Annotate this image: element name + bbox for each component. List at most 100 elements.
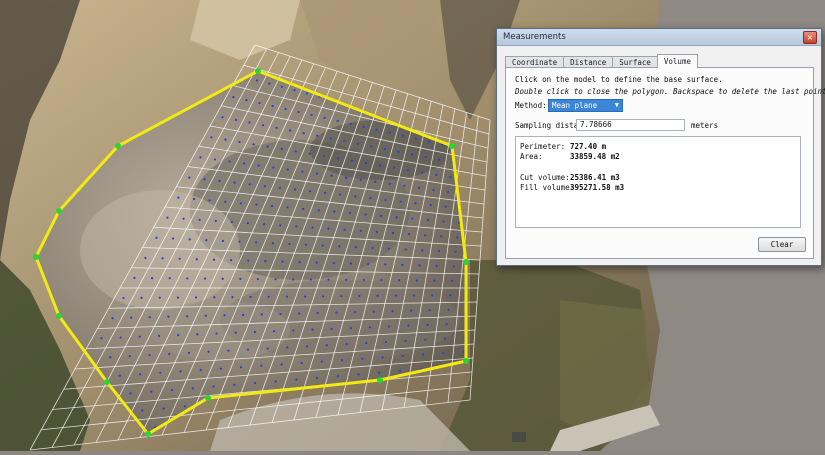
sample-point [358, 294, 361, 298]
sample-point [238, 240, 241, 243]
sample-point [271, 242, 274, 245]
fill-volume-label: Fill volume: [520, 183, 575, 192]
sample-point [270, 204, 274, 208]
area-row: Area: 33859.48 m2 [520, 152, 620, 161]
sample-point [362, 278, 365, 282]
sample-point [224, 200, 227, 203]
sample-point [388, 131, 391, 134]
sample-point [140, 296, 143, 299]
sample-point [426, 323, 429, 327]
sample-point [421, 249, 424, 252]
sample-point [332, 261, 335, 265]
sample-point [454, 250, 457, 253]
sampling-distance-input[interactable]: 7.78666 [576, 119, 685, 131]
sample-point [221, 116, 224, 119]
sample-point [214, 219, 217, 223]
sample-point [119, 336, 122, 339]
sample-point [168, 277, 171, 280]
sample-point [179, 370, 182, 373]
polygon-vertex[interactable] [205, 395, 211, 401]
sample-point [263, 184, 266, 188]
method-row: Method: Mean plane ▼ [515, 99, 623, 112]
sample-point [248, 121, 251, 124]
sample-point [271, 104, 274, 108]
sample-point [421, 353, 425, 356]
close-icon[interactable]: × [803, 31, 817, 44]
sample-point [308, 190, 312, 193]
polygon-vertex[interactable] [449, 143, 455, 149]
polygon-vertex[interactable] [377, 377, 383, 383]
sample-point [249, 295, 252, 299]
polygon-vertex[interactable] [115, 143, 121, 149]
sample-point [421, 171, 424, 174]
sample-point [130, 316, 133, 319]
sample-point [356, 142, 359, 145]
sample-point [215, 332, 218, 335]
sample-point [322, 154, 325, 158]
polygon-vertex[interactable] [56, 313, 62, 319]
sample-point [205, 239, 208, 242]
sample-point [449, 294, 452, 297]
sample-point [295, 225, 298, 228]
sample-point [162, 407, 165, 410]
polygon-vertex[interactable] [104, 379, 110, 385]
sample-point [364, 213, 367, 216]
sample-point [412, 294, 416, 297]
sample-point [388, 325, 391, 328]
cut-volume-label: Cut volume: [520, 173, 570, 182]
sample-point [316, 311, 319, 315]
method-label: Method: [515, 101, 547, 110]
sample-point [325, 344, 328, 347]
sample-point [246, 348, 250, 351]
sample-point [354, 246, 357, 249]
polygon-vertex[interactable] [33, 254, 39, 260]
polygon-vertex[interactable] [255, 68, 261, 74]
polygon-vertex[interactable] [56, 208, 62, 214]
sample-point [252, 143, 255, 146]
sample-point [407, 169, 410, 172]
sample-point [398, 369, 402, 373]
sample-point [316, 376, 319, 379]
sample-point [306, 345, 309, 348]
sample-point [238, 140, 241, 144]
sample-point [203, 277, 207, 280]
fill-volume-row: Fill volume: 395271.58 m3 [520, 183, 624, 192]
sample-point [394, 294, 397, 297]
sample-point [387, 247, 391, 250]
sample-point [364, 161, 368, 165]
sample-point [391, 310, 394, 313]
sample-point [414, 202, 417, 205]
sample-point [446, 190, 450, 194]
dialog-titlebar[interactable]: Measurements × [497, 29, 821, 46]
sample-point [327, 227, 330, 230]
sample-point [286, 346, 289, 349]
sample-point [188, 176, 191, 179]
method-select[interactable]: Mean plane ▼ [548, 99, 623, 112]
sample-point [255, 79, 259, 82]
sample-point [429, 203, 432, 207]
sample-point [281, 260, 284, 263]
sample-point [315, 261, 318, 264]
sample-point [330, 327, 333, 330]
sample-point [398, 279, 401, 282]
sample-point [240, 366, 243, 369]
polygon-vertex[interactable] [145, 431, 151, 437]
sample-point [268, 82, 271, 85]
clear-button[interactable]: Clear [758, 237, 806, 252]
sample-point [289, 129, 292, 132]
dialog-title: Measurements [503, 32, 566, 42]
sample-point [257, 164, 260, 167]
sample-point [414, 137, 417, 140]
sample-point [178, 257, 181, 260]
perimeter-value: 727.40 m [570, 142, 607, 151]
sample-point [388, 182, 391, 185]
polygon-vertex[interactable] [463, 358, 469, 364]
tab-volume[interactable]: Volume [656, 54, 698, 68]
sample-point [166, 216, 169, 219]
sample-point [424, 155, 427, 159]
sample-point [247, 259, 250, 262]
sample-point [229, 259, 233, 262]
sample-point [253, 381, 257, 385]
cut-volume-row: Cut volume: 25386.41 m3 [520, 173, 620, 182]
polygon-vertex[interactable] [463, 259, 469, 265]
